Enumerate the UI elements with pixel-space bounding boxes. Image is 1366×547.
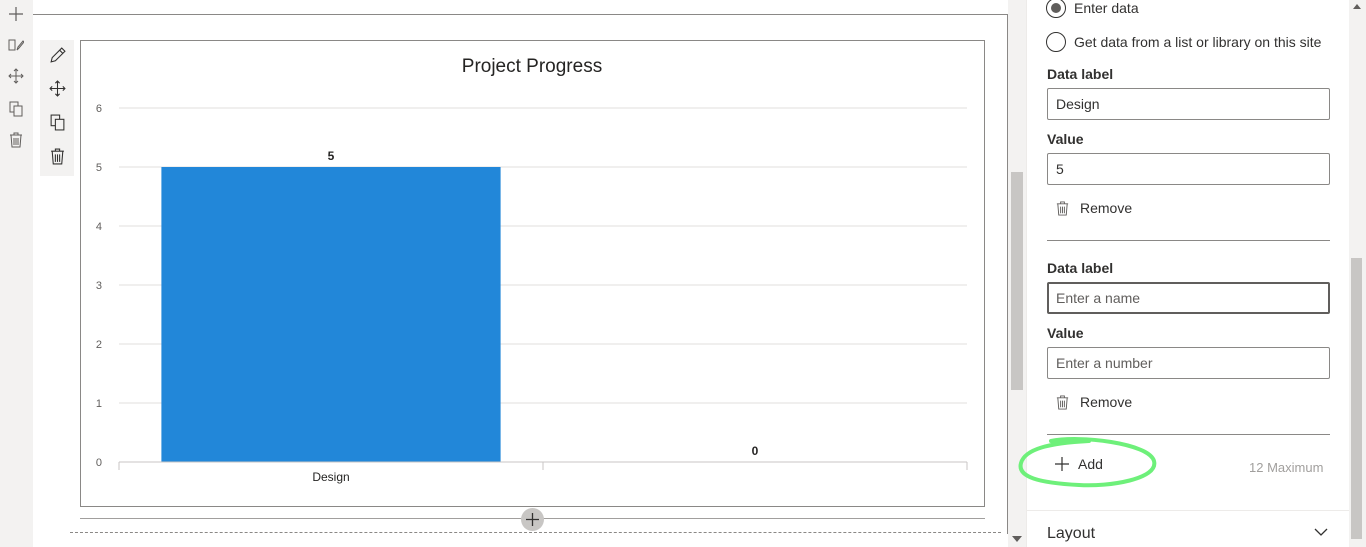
chart-title: Project Progress xyxy=(462,56,602,77)
pane-scrollbar[interactable] xyxy=(1349,0,1366,547)
bars: 50 xyxy=(161,149,759,462)
pane-scrollbar-thumb[interactable] xyxy=(1351,258,1362,539)
delete-icon[interactable] xyxy=(45,144,69,168)
scroll-up-arrow-icon[interactable] xyxy=(1353,4,1361,9)
edit-section-icon[interactable] xyxy=(4,33,28,57)
chart-webpart[interactable]: Project Progress 0123456 50 Design xyxy=(80,40,985,507)
radio-button[interactable] xyxy=(1046,32,1066,52)
data-label-input[interactable] xyxy=(1047,282,1330,314)
duplicate-icon[interactable] xyxy=(4,97,28,121)
data-label-title: Data label xyxy=(1047,66,1114,82)
data-label: 5 xyxy=(328,149,335,163)
value-title: Value xyxy=(1047,325,1084,341)
radio-button-checked[interactable] xyxy=(1046,0,1066,18)
scroll-down-arrow-icon[interactable] xyxy=(1012,536,1022,542)
duplicate-icon[interactable] xyxy=(45,110,69,134)
layout-section-header[interactable]: Layout xyxy=(1047,525,1095,543)
value-input[interactable] xyxy=(1047,153,1330,185)
radio-label: Get data from a list or library on this … xyxy=(1074,34,1322,50)
remove-label: Remove xyxy=(1080,394,1133,410)
chevron-down-icon[interactable] xyxy=(1313,524,1329,545)
x-category-label: Design xyxy=(312,470,349,484)
section-boundary xyxy=(70,532,1001,533)
add-icon[interactable] xyxy=(4,2,28,26)
delete-icon[interactable] xyxy=(4,128,28,152)
x-axis: Design xyxy=(118,461,968,484)
pane-separator xyxy=(1027,510,1350,511)
section-toolbar xyxy=(0,0,33,547)
y-tick-label: 1 xyxy=(96,398,102,410)
entry-separator xyxy=(1047,434,1330,435)
value-title: Value xyxy=(1047,131,1084,147)
radio-enter-data[interactable]: Enter data xyxy=(1046,0,1139,18)
remove-button[interactable]: Remove xyxy=(1055,394,1132,410)
trash-icon xyxy=(1056,200,1069,216)
y-axis-ticks: 0 1 2 3 4 5 6 xyxy=(96,103,102,469)
bar xyxy=(161,167,501,462)
highlight-annotation xyxy=(1018,437,1157,488)
y-tick-label: 5 xyxy=(96,162,102,174)
canvas-scrollbar-thumb[interactable] xyxy=(1011,172,1023,390)
y-tick-label: 6 xyxy=(96,103,102,115)
page-canvas: Project Progress 0123456 50 Design xyxy=(33,0,1008,547)
data-label-input[interactable] xyxy=(1047,88,1330,120)
radio-label: Enter data xyxy=(1074,0,1139,16)
remove-label: Remove xyxy=(1080,200,1133,216)
y-tick-label: 0 xyxy=(96,457,102,469)
move-icon[interactable] xyxy=(4,64,28,88)
y-tick-label: 2 xyxy=(96,339,102,351)
trash-icon xyxy=(1056,394,1069,410)
y-tick-label: 4 xyxy=(96,221,102,233)
pencil-icon[interactable] xyxy=(45,43,69,67)
webpart-toolbar xyxy=(40,40,74,176)
entry-separator xyxy=(1047,240,1330,241)
value-input[interactable] xyxy=(1047,347,1330,379)
maximum-note: 12 Maximum xyxy=(1249,460,1324,475)
add-webpart-button[interactable] xyxy=(521,508,544,531)
data-label: 0 xyxy=(752,444,759,458)
plus-icon xyxy=(526,513,539,526)
remove-button[interactable]: Remove xyxy=(1055,200,1132,216)
move-icon[interactable] xyxy=(45,76,69,100)
radio-get-data-from-list[interactable]: Get data from a list or library on this … xyxy=(1046,32,1321,52)
y-tick-label: 3 xyxy=(96,280,102,292)
bar-chart: Project Progress 0123456 50 Design xyxy=(96,56,968,484)
data-label-title: Data label xyxy=(1047,260,1114,276)
